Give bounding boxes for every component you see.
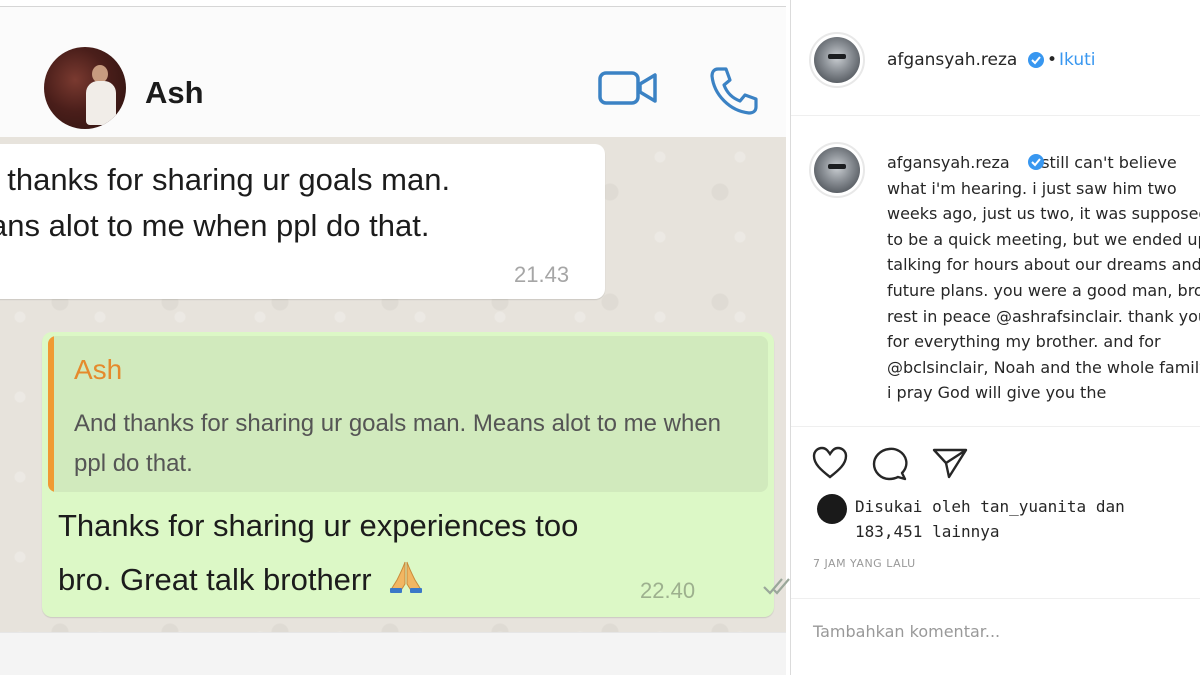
profile-photo — [814, 37, 860, 83]
contact-avatar[interactable] — [44, 47, 126, 129]
video-call-icon[interactable] — [598, 67, 658, 113]
comment-input[interactable]: Tambahkan komentar... — [813, 622, 1000, 641]
actions-divider — [791, 426, 1200, 427]
quoted-message[interactable]: Ash And thanks for sharing ur goals man.… — [48, 336, 768, 492]
comment-icon[interactable] — [871, 446, 909, 482]
caption-avatar[interactable] — [809, 142, 865, 198]
incoming-message[interactable]: I thanks for sharing ur goals man. ans a… — [0, 144, 605, 299]
caption-verified-icon — [1028, 154, 1044, 170]
outgoing-message[interactable]: Ash And thanks for sharing ur goals man.… — [42, 332, 790, 617]
post-username[interactable]: afgansyah.reza — [887, 50, 1017, 70]
verified-badge-icon — [1028, 52, 1044, 68]
incoming-message-time: 21.43 — [514, 262, 570, 287]
header-divider — [791, 115, 1200, 116]
outgoing-message-line-1: Thanks for sharing ur experiences too — [58, 508, 579, 543]
liker-avatar[interactable] — [817, 494, 847, 524]
contact-name[interactable]: Ash — [145, 75, 204, 111]
likes-count: 183,451 lainnya — [855, 522, 1000, 541]
chat-header: Ash — [0, 6, 786, 138]
likes-summary[interactable]: Disukai oleh tan_yuanita dan 183,451 lai… — [855, 494, 1125, 544]
quoted-sender: Ash — [74, 354, 123, 385]
post-timestamp: 7 JAM YANG LALU — [813, 557, 916, 570]
heart-icon[interactable] — [811, 446, 849, 480]
chat-footer — [0, 632, 786, 675]
whatsapp-chat: Ash I thanks for sharing ur goals man. a… — [0, 0, 790, 675]
post-caption: afgansyah.reza i still can't believe what… — [887, 150, 1200, 425]
folded-hands-emoji — [388, 560, 424, 602]
incoming-message-line-2: ans alot to me when ppl do that. — [0, 208, 430, 243]
profile-avatar[interactable] — [809, 32, 865, 88]
incoming-message-line-1: I thanks for sharing ur goals man. — [0, 162, 451, 197]
caption-username[interactable]: afgansyah.reza — [887, 153, 1010, 172]
share-icon[interactable] — [931, 446, 969, 480]
likes-line-1: Disukai oleh tan_yuanita dan — [855, 497, 1125, 516]
quoted-text: And thanks for sharing ur goals man. Mea… — [74, 410, 722, 477]
caption-avatar-photo — [814, 147, 860, 193]
comment-divider — [791, 598, 1200, 599]
avatar-figure — [86, 81, 116, 125]
follow-button[interactable]: Ikuti — [1059, 50, 1096, 70]
instagram-post-panel: afgansyah.reza • Ikuti afgansyah.reza i s… — [790, 0, 1200, 675]
outgoing-message-time: 22.40 — [640, 578, 696, 603]
double-check-icon — [762, 576, 790, 600]
caption-text: i still can't believe what i'm hearing. … — [887, 153, 1200, 403]
outgoing-message-line-2-wrap: bro. Great talk brotherr — [58, 560, 424, 602]
phone-icon[interactable] — [708, 65, 760, 121]
quote-accent-bar — [48, 336, 54, 492]
outgoing-message-line-2: bro. Great talk brotherr — [58, 562, 372, 597]
separator-dot: • — [1047, 50, 1058, 70]
